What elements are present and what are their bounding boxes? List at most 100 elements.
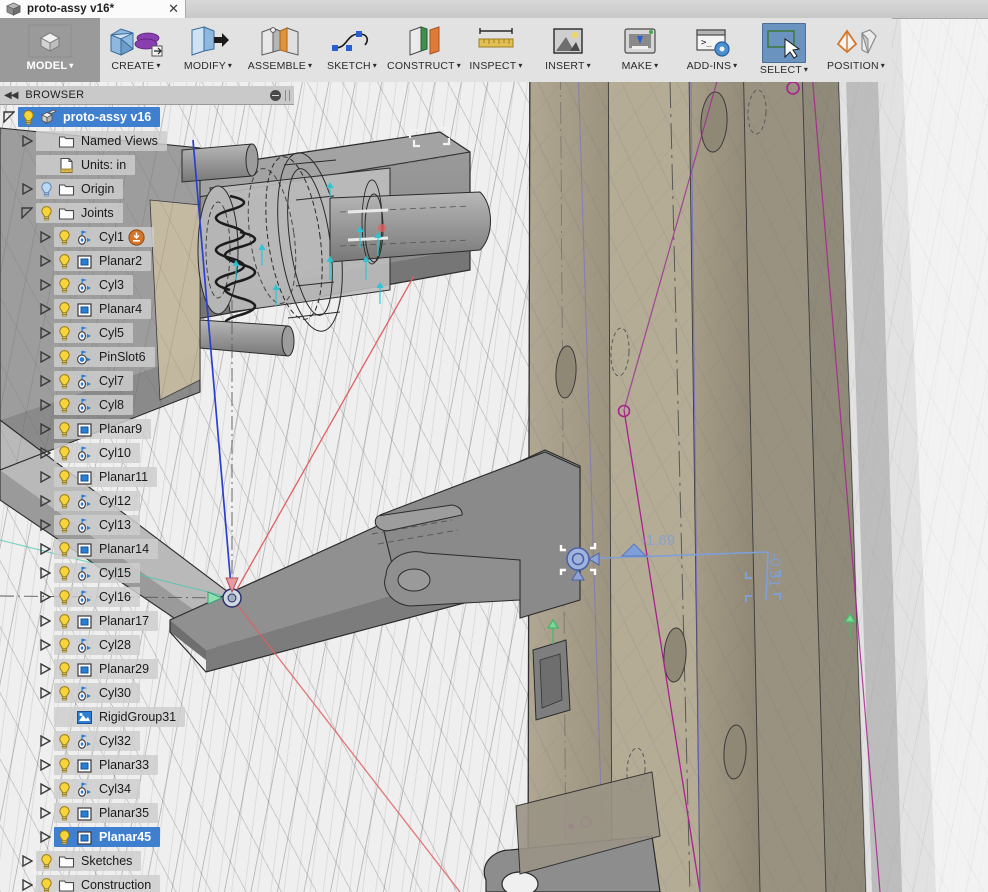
tree-row-content[interactable]: RigidGroup31 [54,707,186,727]
visibility-bulb-icon[interactable] [56,637,73,654]
chevron-down-icon[interactable]: ▾ [69,61,73,70]
visibility-bulb-icon[interactable] [56,613,73,630]
tree-row-origin[interactable]: Origin [0,177,294,201]
tree-row-content[interactable]: Planar14 [54,539,159,559]
tree-twisty-closed[interactable] [36,801,54,825]
tree-row-content[interactable]: proto-assy v16 [18,107,161,127]
tree-row-units-in[interactable]: Units: in [0,153,294,177]
tree-row-content[interactable]: Cyl32 [54,731,140,751]
tree-row-content[interactable]: PinSlot6 [54,347,155,367]
chevron-down-icon[interactable]: ▾ [804,65,808,74]
tree-twisty-closed[interactable] [36,225,54,249]
tree-row-content[interactable]: Planar11 [54,467,158,487]
tree-row-joints[interactable]: Joints [0,201,294,225]
tree-row-content[interactable]: Planar2 [54,251,152,271]
visibility-bulb-icon[interactable] [20,109,37,126]
tree-row-content[interactable]: Joints [36,203,123,223]
tree-row-planar11[interactable]: Planar11 [0,465,294,489]
create-menu-button[interactable]: CREATE ▾ [100,18,172,82]
visibility-bulb-icon[interactable] [56,421,73,438]
tree-row-content[interactable]: Cyl34 [54,779,140,799]
close-icon[interactable]: ✕ [168,3,179,16]
tree-row-content[interactable]: Cyl15 [54,563,140,583]
visibility-bulb-icon[interactable] [56,373,73,390]
tree-row-planar4[interactable]: Planar4 [0,297,294,321]
tree-row-content[interactable]: Cyl16 [54,587,140,607]
tree-row-content[interactable]: Origin [36,179,124,199]
tree-twisty-closed[interactable] [36,297,54,321]
chevron-down-icon[interactable]: ▾ [156,61,160,70]
visibility-bulb-icon[interactable] [56,805,73,822]
visibility-bulb-icon[interactable] [56,661,73,678]
tree-row-cyl7[interactable]: Cyl7 [0,369,294,393]
tree-row-cyl10[interactable]: Cyl10 [0,441,294,465]
sketch-menu-button[interactable]: SKETCH ▾ [316,18,388,82]
workspace-switcher-button[interactable]: MODEL ▾ [0,18,100,82]
tree-twisty-open[interactable] [18,201,36,225]
tree-twisty-closed[interactable] [36,681,54,705]
tree-twisty-closed[interactable] [36,513,54,537]
tree-row-content[interactable]: Cyl10 [54,443,140,463]
visibility-bulb-icon[interactable] [56,781,73,798]
visibility-bulb-icon[interactable] [56,397,73,414]
chevron-down-icon[interactable]: ▾ [654,61,658,70]
visibility-bulb-icon[interactable] [56,253,73,270]
modify-menu-button[interactable]: MODIFY ▾ [172,18,244,82]
visibility-bulb-icon[interactable] [56,517,73,534]
tree-twisty-closed[interactable] [36,321,54,345]
tree-twisty-closed[interactable] [36,441,54,465]
tree-twisty-closed[interactable] [36,729,54,753]
panel-grip-icon[interactable] [285,89,290,101]
tree-twisty-closed[interactable] [36,345,54,369]
visibility-bulb-icon[interactable] [56,757,73,774]
tree-row-content[interactable]: Planar4 [54,299,152,319]
visibility-bulb-icon[interactable] [38,181,55,198]
construct-menu-button[interactable]: CONSTRUCT ▾ [387,18,461,82]
visibility-bulb-icon[interactable] [56,349,73,366]
tree-twisty-closed[interactable] [18,177,36,201]
tree-row-cyl28[interactable]: Cyl28 [0,633,294,657]
assemble-menu-button[interactable]: ASSEMBLE ▾ [244,18,316,82]
chevron-down-icon[interactable]: ▾ [587,61,591,70]
tree-row-rigidgroup31[interactable]: RigidGroup31 [0,705,294,729]
motion-drive-icon[interactable] [128,228,145,246]
chevron-down-icon[interactable]: ▾ [881,61,885,70]
tree-twisty-closed[interactable] [36,465,54,489]
inspect-menu-button[interactable]: INSPECT ▾ [460,18,532,82]
tree-row-planar9[interactable]: Planar9 [0,417,294,441]
tree-twisty-closed[interactable] [36,753,54,777]
tree-twisty-closed[interactable] [36,609,54,633]
document-tab[interactable]: proto-assy v16* ✕ [0,0,186,18]
tree-twisty-closed[interactable] [36,417,54,441]
minimize-icon[interactable] [270,89,281,101]
visibility-bulb-icon[interactable] [56,445,73,462]
tree-row-cyl32[interactable]: Cyl32 [0,729,294,753]
select-menu-button[interactable]: SELECT ▾ [748,18,820,82]
tree-row-cyl3[interactable]: Cyl3 [0,273,294,297]
make-menu-button[interactable]: MAKE ▾ [604,18,676,82]
chevron-down-icon[interactable]: ▾ [733,61,737,70]
tree-row-cyl1[interactable]: Cyl1 [0,225,294,249]
tree-twisty-open[interactable] [0,105,18,129]
visibility-bulb-icon[interactable] [56,685,73,702]
chevron-down-icon[interactable]: ▾ [308,61,312,70]
visibility-bulb-icon[interactable] [56,493,73,510]
tree-twisty-closed[interactable] [36,489,54,513]
collapse-left-icon[interactable]: ◀◀ [4,90,18,101]
chevron-down-icon[interactable]: ▾ [518,61,522,70]
tree-row-content[interactable]: Planar33 [54,755,159,775]
chevron-down-icon[interactable]: ▾ [228,61,232,70]
tree-twisty-closed[interactable] [36,561,54,585]
tree-row-content[interactable]: Units: in [36,155,136,175]
tree-twisty-closed[interactable] [36,825,54,849]
tree-row-planar45[interactable]: Planar45 [0,825,294,849]
tree-row-planar17[interactable]: Planar17 [0,609,294,633]
tree-row-content[interactable]: Cyl30 [54,683,140,703]
visibility-bulb-icon[interactable] [56,277,73,294]
tree-row-cyl30[interactable]: Cyl30 [0,681,294,705]
tree-twisty-closed[interactable] [36,633,54,657]
tree-row-planar33[interactable]: Planar33 [0,753,294,777]
tree-row-content[interactable]: Planar9 [54,419,152,439]
chevron-down-icon[interactable]: ▾ [373,61,377,70]
tree-row-content[interactable]: Planar45 [54,827,161,847]
